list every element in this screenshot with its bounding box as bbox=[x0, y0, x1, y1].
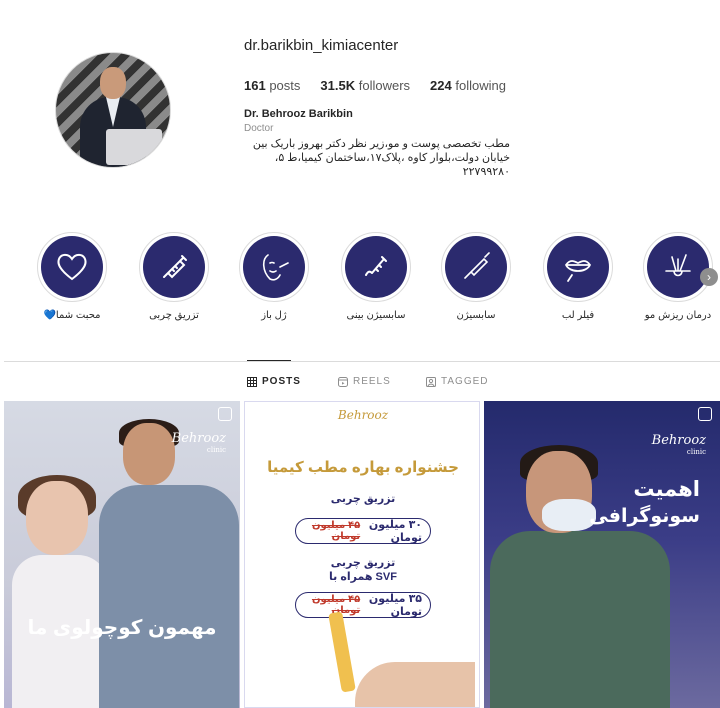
tabs-divider bbox=[4, 361, 720, 362]
offer-title-svf: همراه با SVF bbox=[329, 571, 397, 583]
highlight-label: سابسیژن بینی bbox=[346, 310, 406, 321]
highlight-label: فیلر لب bbox=[561, 310, 595, 321]
post-image-child bbox=[12, 475, 108, 708]
post-image-syringe bbox=[328, 611, 356, 693]
post-caption: مهمون کوچولوی ما bbox=[27, 617, 217, 639]
needle-icon bbox=[464, 252, 490, 279]
tab-tagged[interactable]: TAGGED bbox=[426, 376, 488, 387]
highlight-label: تزریق چربی bbox=[149, 310, 199, 321]
tab-tagged-label: TAGGED bbox=[441, 376, 489, 387]
post-image-doctor bbox=[99, 419, 239, 708]
highlight-item[interactable]: سابسیژن bbox=[434, 232, 518, 321]
post-brand-logo: Behrooz bbox=[337, 408, 389, 422]
highlight-item[interactable]: تزریق چربی bbox=[132, 232, 216, 321]
active-tab-indicator bbox=[247, 360, 291, 361]
story-highlights: محبت شما💙 تزریق چربی ژل باز سابسیژن بینی… bbox=[30, 232, 720, 322]
tab-posts[interactable]: POSTS bbox=[247, 376, 301, 387]
offer-title: تزریق چربی bbox=[330, 493, 396, 505]
highlight-item[interactable]: ژل باز bbox=[232, 232, 316, 321]
bio-line: ۲۲۷۹۹۲۸۰ bbox=[462, 166, 510, 178]
profile-username: dr.barikbin_kimiacenter bbox=[244, 37, 399, 54]
offer-price-box: ۳۵ میلیون تومان ۴۵ میلیون تومان bbox=[295, 592, 431, 618]
post-thumbnail[interactable]: Behrooz clinic اهمیت سونوگرافی bbox=[484, 401, 720, 708]
highlight-item[interactable]: محبت شما💙 bbox=[30, 232, 114, 321]
highlight-label: ژل باز bbox=[261, 310, 287, 321]
offer-title: تزریق چربی bbox=[330, 557, 396, 569]
reel-icon bbox=[698, 407, 712, 421]
hair-follicle-icon bbox=[665, 254, 691, 277]
highlight-item[interactable]: فیلر لب bbox=[536, 232, 620, 321]
post-thumbnail[interactable]: Behrooz جشنواره بهاره مطب کیمیا تزریق چر… bbox=[244, 401, 480, 708]
offer-price-box: ۳۰ میلیون تومان ۴۵ میلیون تومان bbox=[295, 518, 431, 544]
post-brand-logo: Behrooz clinic bbox=[651, 433, 706, 456]
profile-stats: 161 posts 31.5K followers 224 following bbox=[244, 78, 506, 93]
post-image-doctor bbox=[490, 441, 670, 708]
highlight-item[interactable]: سابسیژن بینی bbox=[334, 232, 418, 321]
tab-posts-label: POSTS bbox=[262, 376, 301, 387]
highlights-next-arrow-icon[interactable]: › bbox=[700, 268, 718, 286]
post-title: سونوگرافی bbox=[589, 506, 700, 527]
avatar-laptop bbox=[106, 129, 162, 165]
bio-line: خیابان دولت،بلوار کاوه ،پلاک۱۷،ساختمان ک… bbox=[274, 152, 510, 164]
highlight-label: سابسیژن bbox=[456, 310, 496, 321]
highlight-label: محبت شما💙 bbox=[43, 310, 101, 321]
heart-icon bbox=[57, 253, 87, 281]
offer-new-price: ۳۰ bbox=[408, 519, 422, 531]
stat-followers[interactable]: 31.5K followers bbox=[320, 78, 410, 93]
face-injection-icon bbox=[262, 254, 289, 281]
grid-icon bbox=[247, 376, 257, 387]
profile-category: Doctor bbox=[244, 123, 274, 134]
post-image-hand bbox=[355, 662, 475, 707]
nose-syringe-icon bbox=[365, 256, 387, 276]
stat-posts[interactable]: 161 posts bbox=[244, 78, 300, 93]
offer-new-price: ۳۵ bbox=[408, 593, 422, 605]
post-title: اهمیت bbox=[633, 478, 700, 501]
reel-icon bbox=[218, 407, 232, 421]
avatar-person-head bbox=[100, 67, 126, 99]
tab-reels[interactable]: REELS bbox=[338, 376, 391, 387]
post-brand-logo: Behrooz clinic bbox=[171, 431, 226, 454]
profile-bio: مطب تخصصی پوست و مو،زیر نظر دکتر بهروز ب… bbox=[244, 137, 510, 179]
bio-line: مطب تخصصی پوست و مو،زیر نظر دکتر بهروز ب… bbox=[252, 138, 510, 150]
tab-reels-label: REELS bbox=[353, 376, 391, 387]
post-title: جشنواره بهاره مطب کیمیا bbox=[267, 459, 459, 476]
tagged-icon bbox=[426, 376, 436, 387]
lips-filler-icon bbox=[564, 260, 592, 282]
profile-full-name: Dr. Behrooz Barikbin bbox=[244, 108, 353, 120]
reels-icon bbox=[338, 376, 348, 387]
post-thumbnail[interactable]: Behrooz clinic مهمون کوچولوی ما bbox=[4, 401, 240, 708]
offer-old-price: ۴۵ میلیون تومان bbox=[311, 520, 361, 542]
highlight-label: درمان ریزش مو bbox=[644, 310, 712, 321]
profile-avatar[interactable] bbox=[55, 52, 171, 168]
stat-following[interactable]: 224 following bbox=[430, 78, 506, 93]
syringe-icon bbox=[163, 255, 187, 279]
